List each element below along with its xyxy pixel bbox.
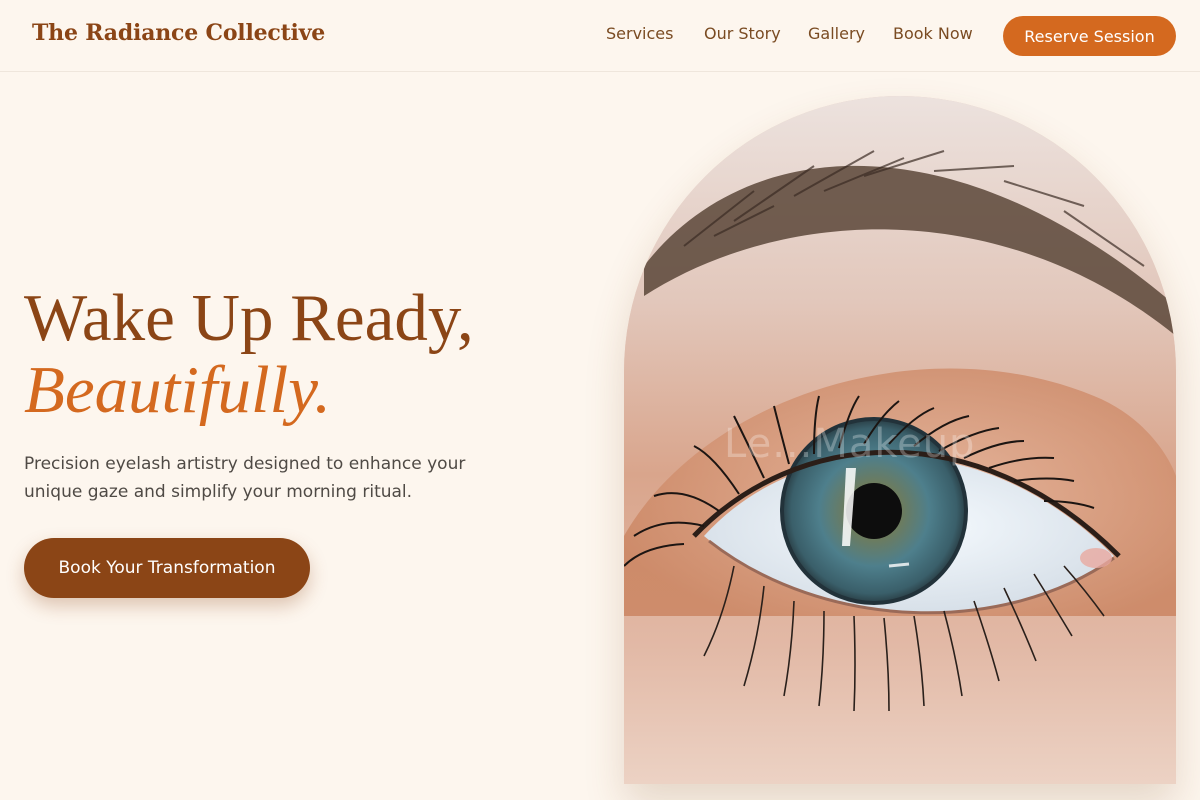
image-watermark: Le...Makeup [724, 421, 976, 467]
hero-title: Wake Up Ready, Beautifully. [24, 282, 474, 426]
book-transformation-button[interactable]: Book Your Transformation [24, 538, 310, 598]
hero-title-line-2: Beautifully. [24, 353, 332, 427]
site-header: The Radiance Collective Services Our Sto… [0, 0, 1200, 72]
hero-title-line-1: Wake Up Ready, [24, 281, 474, 355]
hero-eye-image: Le...Makeup [624, 96, 1176, 784]
nav-link-book-now[interactable]: Book Now [893, 24, 973, 43]
reserve-session-button[interactable]: Reserve Session [1003, 16, 1176, 56]
nav-link-gallery[interactable]: Gallery [808, 24, 865, 43]
hero-subtitle: Precision eyelash artistry designed to e… [24, 454, 466, 502]
nav-link-our-story[interactable]: Our Story [704, 24, 781, 43]
nav-link-services[interactable]: Services [606, 24, 673, 43]
